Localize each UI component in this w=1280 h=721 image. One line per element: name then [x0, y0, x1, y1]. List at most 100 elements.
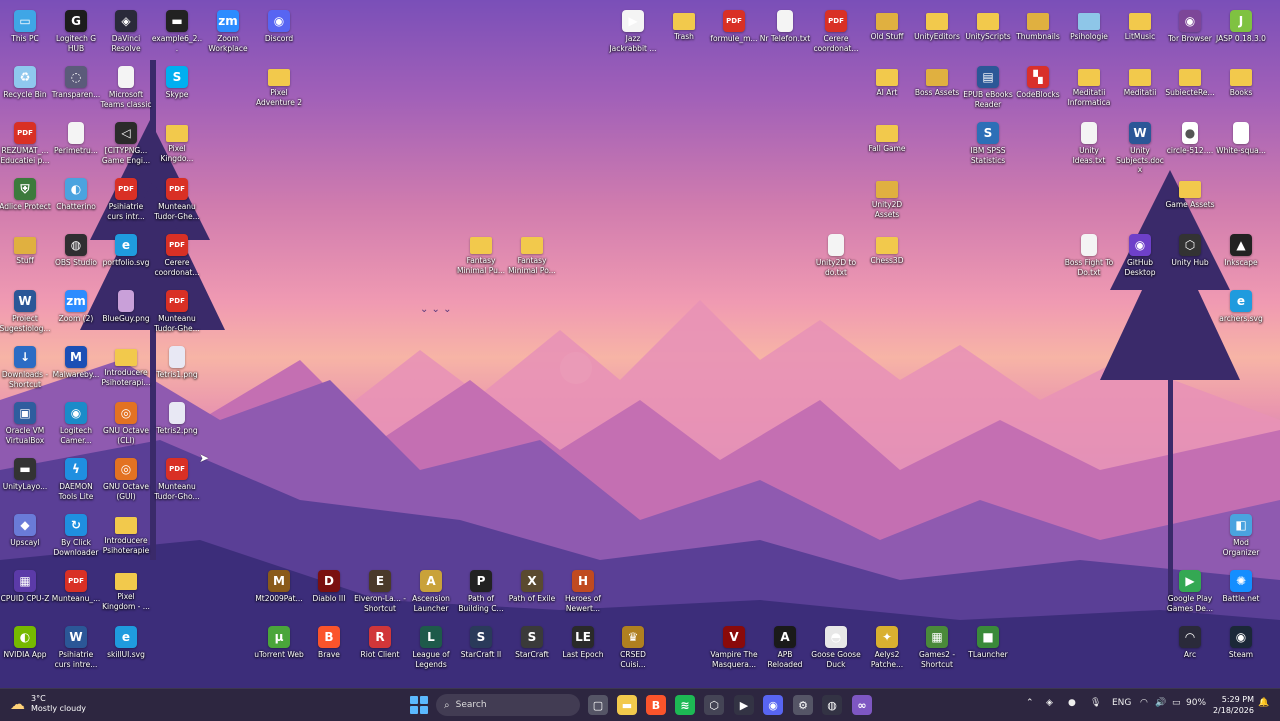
settings-icon[interactable]: ⚙ — [793, 695, 813, 715]
desktop-icon[interactable]: ⛨ Adlice Protect — [0, 178, 51, 212]
desktop-icon[interactable]: ◌ Transparen... — [50, 66, 102, 100]
weather-widget[interactable]: ☁ 3°C Mostly cloudy — [10, 694, 86, 714]
desktop-icon[interactable]: White-squa... — [1215, 122, 1267, 156]
desktop-icon[interactable]: BlueGuy.png — [100, 290, 152, 324]
desktop-icon[interactable]: Old Stuff — [861, 10, 913, 42]
brave-icon[interactable]: B — [646, 695, 666, 715]
desktop-icon[interactable]: PDF Psihiatrie curs intr... — [100, 178, 152, 221]
desktop-icon[interactable]: PDF Cerere coordonat... — [151, 234, 203, 277]
desktop-icon[interactable]: Trash — [658, 10, 710, 42]
desktop-icon[interactable]: Fall Game — [861, 122, 913, 154]
desktop-icon[interactable]: Pixel Kingdom - ... — [100, 570, 152, 611]
desktop-icon[interactable]: ▦ CPUID CPU-Z — [0, 570, 51, 604]
desktop-icon[interactable]: UnityEditors — [911, 10, 963, 42]
start-button[interactable] — [410, 696, 428, 714]
desktop-icon[interactable]: ▬ example6_2... — [151, 10, 203, 53]
desktop-icon[interactable]: A APB Reloaded — [759, 626, 811, 669]
desktop-icon[interactable]: Chess3D — [861, 234, 913, 266]
desktop-icon[interactable]: P Path of Building C... — [455, 570, 507, 613]
clock[interactable]: 5:29 PM 2/18/2026 — [1210, 694, 1254, 716]
desktop-icon[interactable]: Boss Fight To Do.txt — [1063, 234, 1115, 277]
desktop-icon[interactable]: ◓ Goose Goose Duck — [810, 626, 862, 669]
desktop-icon[interactable]: ▚ CodeBlocks — [1012, 66, 1064, 100]
desktop-icon[interactable]: ◐ Chatterino — [50, 178, 102, 212]
desktop-icon[interactable]: e archers.svg — [1215, 290, 1267, 324]
desktop-icon[interactable]: ▲ Inkscape — [1215, 234, 1267, 268]
desktop-icon[interactable]: Tetris2.png — [151, 402, 203, 436]
desktop-icon[interactable]: PDF Munteanu Tudor-Gho... — [151, 458, 203, 501]
desktop-icon[interactable]: G Logitech G HUB — [50, 10, 102, 53]
desktop-icon[interactable]: Unity Ideas.txt — [1063, 122, 1115, 165]
desktop-icon[interactable]: V Vampire The Masquera... — [708, 626, 760, 669]
show-hidden-icons-chevron-icon[interactable]: ⌃ — [1026, 698, 1034, 708]
desktop-icon[interactable]: ♛ CRSED Cuisi... — [607, 626, 659, 669]
desktop-icon[interactable]: ▶ Jazz Jackrabbit ... — [607, 10, 659, 53]
obs-icon[interactable]: ◍ — [822, 695, 842, 715]
desktop-icon[interactable]: LitMusic — [1114, 10, 1166, 42]
desktop-icon[interactable]: ⬡ Unity Hub — [1164, 234, 1216, 268]
desktop-icon[interactable]: M Malwareby... — [50, 346, 102, 380]
desktop-icon[interactable]: µ uTorrent Web — [253, 626, 305, 660]
desktop-icon[interactable]: S IBM SPSS Statistics — [962, 122, 1014, 165]
desktop-icon[interactable]: PDF formule_m... — [708, 10, 760, 44]
desktop-icon[interactable]: ▣ Oracle VM VirtualBox — [0, 402, 51, 445]
desktop-icon[interactable]: ◉ Steam — [1215, 626, 1267, 660]
desktop-icon[interactable]: Books — [1215, 66, 1267, 98]
desktop-icon[interactable]: ▤ EPUB eBooks Reader — [962, 66, 1014, 109]
desktop-icon[interactable]: PDF Munteanu_... — [50, 570, 102, 604]
desktop-icon[interactable]: Introducere Psihoterapie — [100, 514, 152, 555]
desktop-icon[interactable]: X Path of Exile — [506, 570, 558, 604]
desktop-icon[interactable]: ◆ Upscayl — [0, 514, 51, 548]
desktop-icon[interactable]: ↻ By Click Downloader — [50, 514, 102, 557]
desktop-icon[interactable]: Fantasy Minimal Po... — [506, 234, 558, 275]
desktop-icon[interactable]: zm Zoom (2) — [50, 290, 102, 324]
desktop-icon[interactable]: Tetris1.png — [151, 346, 203, 380]
wifi-icon[interactable]: ◠ — [1140, 698, 1148, 708]
desktop-icon[interactable]: ◧ Mod Organizer — [1215, 514, 1267, 557]
desktop-icon[interactable]: ◁ [CITYPNG... Game Engi... — [100, 122, 152, 165]
notification-bell-icon[interactable]: 🔔 — [1258, 698, 1269, 708]
desktop-icon[interactable]: PDF Munteanu Tudor-Ghe... — [151, 290, 203, 333]
desktop-icon[interactable]: ● circle-512.... — [1164, 122, 1216, 156]
tray-app-2-icon[interactable]: ● — [1068, 698, 1076, 708]
language-indicator[interactable]: ENG — [1112, 698, 1131, 708]
volume-icon[interactable]: 🔊 — [1155, 698, 1166, 708]
desktop-icon[interactable]: ↓ Downloads - Shortcut — [0, 346, 51, 389]
desktop-icon[interactable]: ◉ Discord — [253, 10, 305, 44]
spotify-icon[interactable]: ≋ — [675, 695, 695, 715]
desktop-icon[interactable]: ϟ DAEMON Tools Lite — [50, 458, 102, 501]
desktop-icon[interactable]: Psihologie — [1063, 10, 1115, 42]
desktop-icon[interactable]: Perimetru... — [50, 122, 102, 156]
taskbar-search-box[interactable]: ⌕ Search — [436, 694, 580, 716]
desktop-icon[interactable]: M Mt2009Pat... — [253, 570, 305, 604]
desktop-icon[interactable]: ◍ OBS Studio — [50, 234, 102, 268]
desktop-icon[interactable]: Microsoft Teams classic — [100, 66, 152, 109]
microphone-icon[interactable]: 🎙 — [1090, 698, 1101, 708]
desktop-icon[interactable]: Boss Assets — [911, 66, 963, 98]
desktop-icon[interactable]: ◎ GNU Octave (CLI) — [100, 402, 152, 445]
desktop-icon[interactable]: W Unity Subjects.docx — [1114, 122, 1166, 175]
desktop-icon[interactable]: S StarCraft II — [455, 626, 507, 660]
desktop-icon[interactable]: ◉ Tor Browser — [1164, 10, 1216, 44]
desktop-icon[interactable]: J JASP 0.18.3.0 — [1215, 10, 1267, 44]
desktop-icon[interactable]: ◈ DaVinci Resolve — [100, 10, 152, 53]
desktop-icon[interactable]: zm Zoom Workplace — [202, 10, 254, 53]
desktop-icon[interactable]: Introducere Psihoterapi... — [100, 346, 152, 387]
desktop-icon[interactable]: L League of Legends — [405, 626, 457, 669]
desktop-icon[interactable]: Pixel Kingdo... — [151, 122, 203, 163]
task-view-icon[interactable]: ▢ — [588, 695, 608, 715]
desktop-icon[interactable]: ✦ Aelys2 Patche... — [861, 626, 913, 669]
desktop-icon[interactable]: Pixel Adventure 2 — [253, 66, 305, 107]
battery-percent[interactable]: 90% — [1186, 698, 1206, 708]
desktop-icon[interactable]: Meditatii Informatica — [1063, 66, 1115, 107]
desktop-icon[interactable]: Thumbnails — [1012, 10, 1064, 42]
desktop-icon[interactable]: ▬ UnityLayo... — [0, 458, 51, 492]
desktop-icon[interactable]: Nr Telefon.txt — [759, 10, 811, 44]
desktop-icon[interactable]: Stuff — [0, 234, 51, 266]
desktop-icon[interactable]: Fantasy Minimal Pu... — [455, 234, 507, 275]
battery-icon[interactable]: ▭ — [1172, 698, 1181, 708]
desktop-icon[interactable]: UnityScripts — [962, 10, 1014, 42]
desktop-icon[interactable]: Meditatii — [1114, 66, 1166, 98]
desktop-icon[interactable]: AI Art — [861, 66, 913, 98]
desktop-icon[interactable]: W Psihiatrie curs intre... — [50, 626, 102, 669]
